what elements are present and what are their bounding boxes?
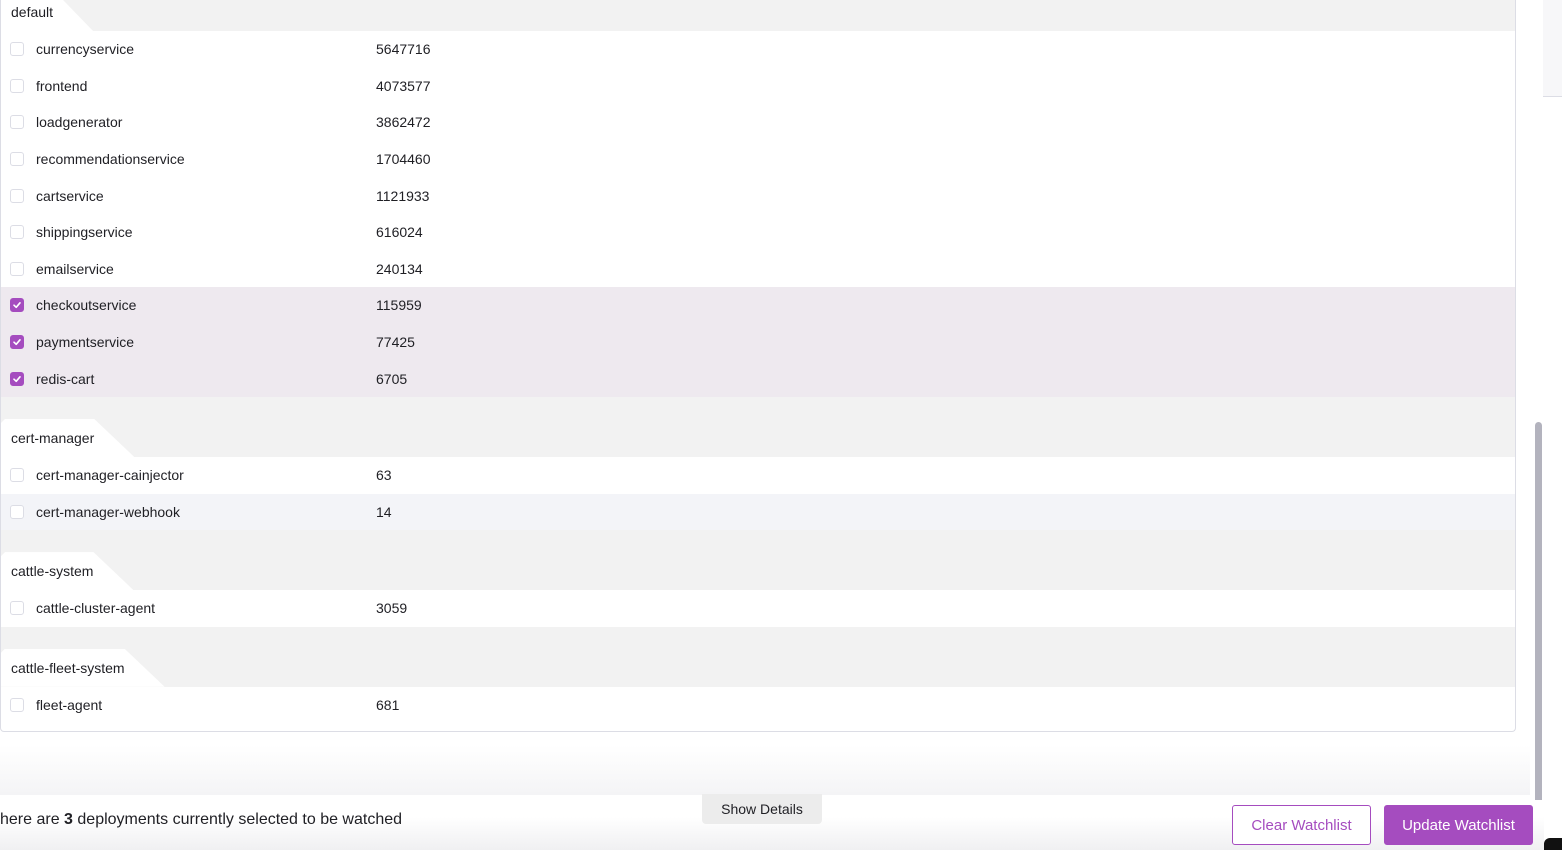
deployment-row[interactable]: cartservice 1121933: [1, 177, 1515, 214]
deployment-row[interactable]: checkoutservice 115959: [1, 287, 1515, 324]
deployment-name: frontend: [36, 77, 88, 94]
deployment-name: paymentservice: [36, 334, 135, 351]
deployment-count: 63: [376, 467, 392, 484]
selection-status: here are 3 deployments currently selecte…: [0, 811, 402, 829]
group-name: cattle-fleet-system: [1, 649, 165, 687]
deployment-checkbox[interactable]: [10, 225, 24, 240]
deployment-name: loadgenerator: [36, 114, 123, 131]
bottom-fade: [0, 745, 1530, 795]
deployment-row[interactable]: emailservice 240134: [1, 250, 1515, 288]
checkmark-icon: [13, 339, 21, 346]
group-header: default: [1, 0, 1515, 31]
group-header: cattle-fleet-system: [1, 626, 1515, 687]
window-corner: [1544, 838, 1562, 850]
show-details-button[interactable]: Show Details: [702, 794, 822, 824]
deployment-checkbox[interactable]: [10, 42, 24, 57]
checkmark-icon: [13, 375, 21, 382]
deployment-row[interactable]: shippingservice 616024: [1, 213, 1515, 251]
deployment-row[interactable]: currencyservice 5647716: [1, 31, 1515, 68]
deployment-count: 14: [376, 503, 392, 520]
deployment-name: cartservice: [36, 187, 104, 204]
deployment-count: 1704460: [376, 151, 431, 168]
group-header: cattle-system: [1, 530, 1515, 591]
deployment-name: fleet-agent: [36, 697, 103, 714]
deployment-name: cert-manager-cainjector: [36, 467, 184, 484]
clear-watchlist-button[interactable]: Clear Watchlist: [1232, 805, 1371, 845]
deployment-checkbox[interactable]: [10, 335, 24, 350]
deployment-row[interactable]: loadgenerator 3862472: [1, 104, 1515, 141]
deployment-count: 6705: [376, 370, 408, 387]
group-name: default: [1, 0, 93, 31]
scrollbar[interactable]: [1533, 0, 1544, 800]
deployment-checkbox[interactable]: [10, 152, 24, 167]
deployment-count: 77425: [376, 334, 415, 351]
scrollbar-thumb[interactable]: [1535, 422, 1542, 800]
deployment-count: 681: [376, 697, 400, 714]
deployment-checkbox[interactable]: [10, 188, 24, 203]
deployment-name: currencyservice: [36, 41, 135, 58]
deployment-row[interactable]: frontend 4073577: [1, 67, 1515, 105]
update-watchlist-button[interactable]: Update Watchlist: [1384, 805, 1533, 845]
deployment-row[interactable]: redis-cart 6705: [1, 360, 1515, 397]
group-name: cattle-system: [1, 552, 133, 590]
deployment-count: 3059: [376, 600, 408, 617]
deployment-row[interactable]: cert-manager-cainjector 63: [1, 456, 1515, 494]
group-name: cert-manager: [1, 419, 134, 457]
deployment-checkbox[interactable]: [10, 371, 24, 386]
deployment-row[interactable]: cert-manager-webhook 14: [1, 493, 1515, 531]
status-suffix: deployments currently selected to be wat…: [72, 811, 403, 828]
deployment-count: 5647716: [376, 41, 431, 58]
deployment-checkbox[interactable]: [10, 298, 24, 313]
deployment-checkbox[interactable]: [10, 468, 24, 483]
deployment-checkbox[interactable]: [10, 261, 24, 276]
watchlist-footer: here are 3 deployments currently selecte…: [0, 794, 1544, 850]
deployment-name: shippingservice: [36, 224, 133, 241]
deployment-count: 1121933: [376, 187, 430, 204]
deployment-checkbox[interactable]: [10, 115, 24, 130]
side-panel-edge: [1543, 0, 1562, 97]
selected-count: 3: [64, 811, 73, 828]
deployment-name: emailservice: [36, 260, 114, 277]
deployment-checkbox[interactable]: [10, 78, 24, 93]
deployment-count: 240134: [376, 260, 423, 277]
deployment-checkbox[interactable]: [10, 601, 24, 616]
deployment-name: recommendationservice: [36, 151, 185, 168]
deployment-checkbox[interactable]: [10, 698, 24, 713]
deployment-count: 4073577: [376, 77, 431, 94]
deployment-count: 3862472: [376, 114, 431, 131]
deployment-count: 616024: [376, 224, 423, 241]
status-prefix: here are: [0, 811, 65, 828]
deployment-list: default currencyservice 5647716 frontend 407…: [0, 0, 1516, 732]
group-header: cert-manager: [1, 396, 1515, 457]
deployment-row[interactable]: recommendationservice 1704460: [1, 140, 1515, 178]
deployment-row[interactable]: fleet-agent 681: [1, 686, 1515, 724]
deployment-checkbox[interactable]: [10, 504, 24, 519]
deployment-name: cert-manager-webhook: [36, 503, 180, 520]
deployment-name: checkoutservice: [36, 297, 137, 314]
deployment-count: 115959: [376, 297, 422, 314]
deployment-name: cattle-cluster-agent: [36, 600, 156, 617]
deployment-name: redis-cart: [36, 370, 95, 387]
checkmark-icon: [13, 302, 21, 309]
deployment-row[interactable]: paymentservice 77425: [1, 323, 1515, 361]
deployment-row[interactable]: cattle-cluster-agent 3059: [1, 590, 1515, 627]
